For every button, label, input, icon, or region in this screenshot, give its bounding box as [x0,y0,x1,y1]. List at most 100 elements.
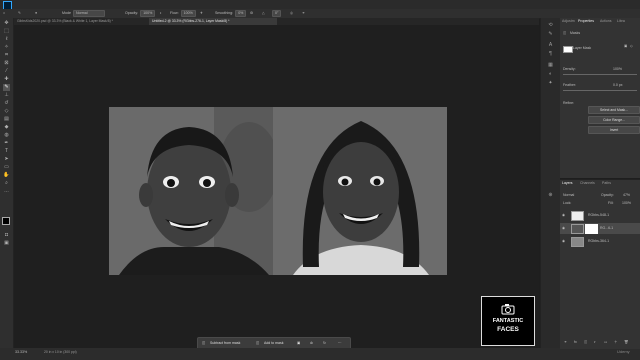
quick-select-tool-icon[interactable]: ✧ [3,44,10,51]
glyphs-icon[interactable]: ✦ [546,80,555,87]
history-brush-tool-icon[interactable]: ↺ [3,100,10,107]
add-mask-icon[interactable]: ◫ [584,340,587,344]
layer-name: RGbbs-548-1 [588,213,610,217]
density-value[interactable]: 100% [613,67,622,71]
pixel-mask-icon[interactable]: ▣ [624,44,627,48]
angle-field[interactable]: 0° [272,10,282,17]
blend-mode-select[interactable]: Normal [563,193,574,197]
add-to-mask-button[interactable]: Add to mask [264,340,283,347]
more-options-icon[interactable]: ⋯ [338,340,342,347]
zoom-level[interactable]: 33.33% [15,350,27,354]
pressure-opacity-icon[interactable]: ◐ [160,10,162,17]
tab-properties[interactable]: Properties [578,18,594,25]
new-layer-icon[interactable]: ＋ [614,340,618,345]
more-tools-icon[interactable]: … [3,188,10,195]
character-icon[interactable]: A [546,42,555,49]
feather-slider[interactable] [563,90,637,91]
foreground-color-swatch[interactable] [2,217,10,225]
link-layers-icon[interactable]: ⚭ [564,340,567,344]
type-tool-icon[interactable]: T [3,148,10,155]
layer-row-selected[interactable]: ◉ RG...6-1 [560,223,640,234]
blur-tool-icon[interactable]: ◆ [3,124,10,131]
eye-icon[interactable]: ◉ [562,239,565,243]
layer-mask-thumbnail[interactable] [563,46,573,53]
eraser-tool-icon[interactable]: ◇ [3,108,10,115]
layer-row[interactable]: ◉ RGbbs-364-1 [560,236,640,247]
crop-tool-icon[interactable]: ⌗ [3,52,10,59]
tab-untitled-2[interactable]: Untitled-2 @ 33.3% (RGbbs-276-1, Layer M… [149,18,277,25]
subtract-from-mask-button[interactable]: Subtract from mask [210,340,240,347]
swatches-icon[interactable]: ▦ [546,62,555,69]
smoothing-field[interactable]: 0% [235,10,247,17]
shape-tool-icon[interactable]: ▭ [3,164,10,171]
marquee-tool-icon[interactable]: ⬚ [3,28,10,35]
tab-gibbskids[interactable]: GibbsKids2020.psd @ 33.3% (Black & White… [14,18,140,25]
lock-label: Lock: [563,201,572,205]
zoom-tool-icon[interactable]: ⌕ [3,180,10,187]
invert-mask-icon[interactable]: ⊘ [310,340,313,347]
eye-icon[interactable]: ◉ [562,226,565,230]
adjustment-layer-icon[interactable]: ◐ [594,340,596,344]
tab-channels[interactable]: Channels [580,180,595,187]
vector-mask-icon[interactable]: ◇ [630,44,633,48]
flow-field[interactable]: 100% [180,10,196,17]
symmetry-icon[interactable]: ⚭ [302,10,305,17]
history-icon[interactable]: ⟲ [546,22,555,29]
home-icon[interactable]: ⌂ [3,10,5,17]
clone-stamp-tool-icon[interactable]: ⊥ [3,92,10,99]
flow-label: Flow: [170,11,179,15]
feather-value[interactable]: 0.0 px [613,83,623,87]
brush-tool-icon-active[interactable]: ✎ [3,84,10,91]
brush-settings-icon[interactable]: ✎ [546,31,555,38]
layer-mask-thumbnail[interactable] [585,224,598,234]
color-range-button[interactable]: Color Range... [588,116,640,124]
eye-icon[interactable]: ◉ [562,213,565,217]
frame-tool-icon[interactable]: ⊠ [3,60,10,67]
layer-opacity-value[interactable]: 47% [623,193,630,197]
opacity-field[interactable]: 100% [140,10,156,17]
feather-label: Feather: [563,83,577,87]
udemy-watermark: Udemy [617,349,630,354]
tab-actions[interactable]: Actions [600,18,611,25]
tab-adjustments[interactable]: Adjustm [562,18,575,25]
angle-icon[interactable]: △ [262,10,265,17]
path-select-tool-icon[interactable]: ➤ [3,156,10,163]
logo-line-1: FANTASTIC [492,318,524,324]
document-canvas[interactable] [109,107,447,275]
paragraph-icon[interactable]: ¶ [546,51,555,58]
dodge-tool-icon[interactable]: ◍ [3,132,10,139]
pressure-size-icon[interactable]: ◎ [290,10,293,17]
screen-mode-icon[interactable]: ▣ [3,240,10,247]
healing-brush-tool-icon[interactable]: ✚ [3,76,10,83]
invert-button[interactable]: Invert [588,126,640,134]
fx-icon[interactable]: fx [574,340,577,344]
brush-preset-icon[interactable]: ● [35,10,37,17]
layer-thumbnail [571,211,584,221]
eyedropper-tool-icon[interactable]: ⁄ [3,68,10,75]
tab-paths[interactable]: Paths [602,180,611,187]
select-and-mask-button[interactable]: Select and Mask... [588,106,640,114]
layer-opacity-label: Opacity: [601,193,614,197]
quick-mask-icon[interactable]: ◘ [3,232,10,239]
trash-icon[interactable]: 🗑 [624,340,628,344]
hand-tool-icon[interactable]: ✋ [3,172,10,179]
tab-layers[interactable]: Layers [562,180,573,187]
fill-value[interactable]: 100% [622,201,631,205]
move-tool-icon[interactable]: ✥ [3,20,10,27]
lasso-tool-icon[interactable]: ℓ [3,36,10,43]
gradient-tool-icon[interactable]: ▤ [3,116,10,123]
mask-options-icon[interactable]: ▣ [297,340,300,347]
refresh-icon[interactable]: ↻ [323,340,326,347]
gear-icon[interactable]: ⚙ [250,10,253,17]
layer-row[interactable]: ◉ RGbbs-548-1 [560,210,640,221]
airbrush-icon[interactable]: ✈ [200,10,203,17]
brush-tool-icon[interactable]: ✎ [18,10,21,17]
clone-source-icon[interactable]: ⊕ [546,192,555,199]
density-slider[interactable] [563,74,637,75]
mode-select[interactable]: Normal [73,10,105,17]
tab-libraries[interactable]: Libra [617,18,625,25]
pen-tool-icon[interactable]: ✒ [3,140,10,147]
layer-thumbnail [571,224,584,234]
group-icon[interactable]: ▭ [604,340,607,344]
color-icon[interactable]: ◐ [546,71,555,78]
